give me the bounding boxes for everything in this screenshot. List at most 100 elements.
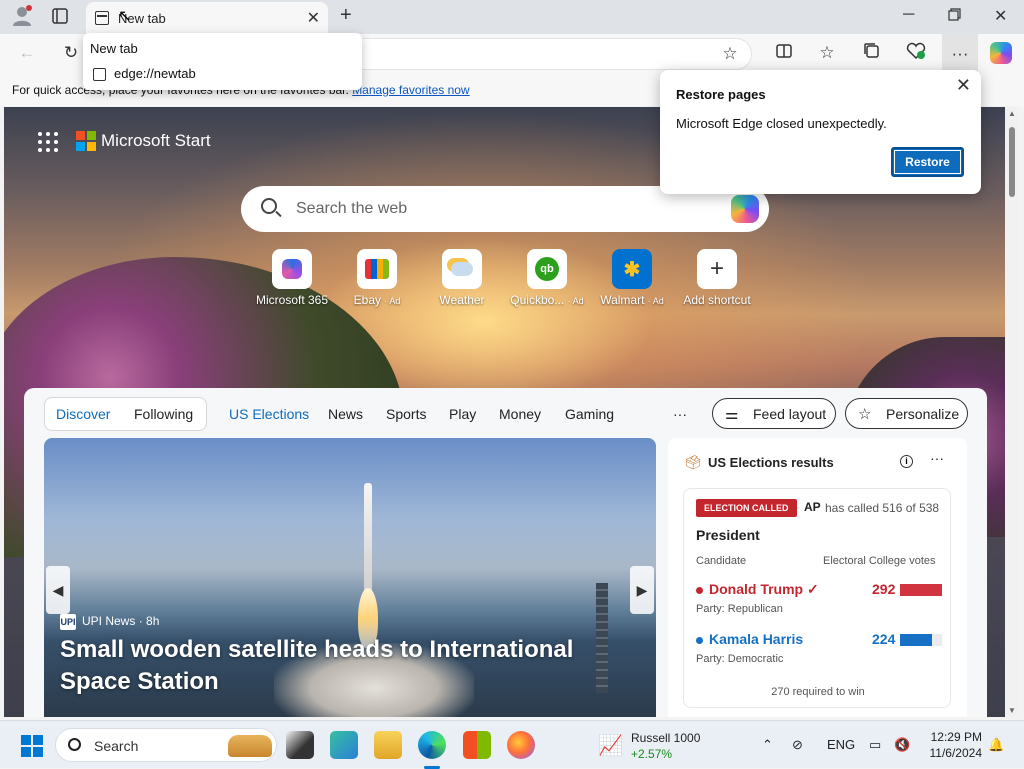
hover-card-title: New tab [90, 41, 138, 56]
tab-gaming[interactable]: Gaming [565, 406, 614, 422]
votes-bar-fill [900, 634, 933, 646]
ad-tag: · Ad [647, 296, 664, 306]
favorite-star-icon[interactable]: ☆ [719, 43, 741, 65]
task-view-icon[interactable] [286, 731, 314, 759]
tab-following[interactable]: Following [134, 406, 193, 422]
ebay-icon [357, 249, 397, 289]
personalize-label: Personalize [886, 406, 960, 422]
tab-discover[interactable]: Discover [56, 406, 110, 422]
ballot-box-icon: 🗳 [684, 454, 702, 470]
shortcut-label: Ebay [353, 293, 381, 307]
candidate-votes: 292 [872, 581, 896, 597]
stock-chart-icon: 📈 [598, 735, 623, 757]
volume-muted-icon[interactable]: 🔇 [894, 737, 910, 753]
race-results[interactable]: ELECTION CALLED AP has called 516 of 538… [683, 488, 951, 708]
minimize-button[interactable]: ─ [903, 6, 914, 24]
article-source: UPI UPI News · 8h [60, 614, 159, 630]
tray-overflow-icon[interactable]: ⌃ [762, 737, 773, 753]
card-more-button[interactable]: ··· [930, 450, 944, 466]
quickbooks-icon: qb [527, 249, 567, 289]
sparkle-star-icon: ☆ [858, 406, 872, 423]
mouse-cursor-icon: ↖ [118, 8, 132, 25]
election-called-badge: ELECTION CALLED [696, 499, 797, 517]
party-dot [696, 586, 703, 594]
language-indicator[interactable]: ENG [827, 737, 855, 752]
votes-bar-fill [900, 584, 942, 596]
tab-us-elections[interactable]: US Elections [229, 406, 309, 422]
scrollbar-thumb[interactable] [1009, 127, 1015, 197]
shortcut-label: Walmart [600, 293, 645, 307]
new-tab-page: Microsoft Start Search the web Microsoft… [4, 107, 1005, 717]
more-tabs-button[interactable]: ··· [673, 406, 687, 422]
tab-actions-icon[interactable] [52, 8, 68, 29]
manage-favorites-link[interactable]: Manage favorites now [352, 83, 469, 97]
shortcut-label: Weather [439, 293, 485, 307]
stock-name: Russell 1000 [631, 731, 701, 745]
system-clock[interactable]: 12:29 PM 11/6/2024 [920, 729, 983, 761]
candidate-party: Party: Republican [696, 603, 783, 615]
feed-layout-label: Feed layout [753, 406, 827, 422]
personalize-button[interactable]: ☆ Personalize [845, 398, 968, 429]
taskbar-search[interactable]: Search [55, 728, 277, 762]
ad-tag: · Ad [384, 296, 401, 306]
newtab-page-icon [95, 11, 109, 25]
taskbar-search-label: Search [94, 738, 139, 754]
collections-icon[interactable] [861, 42, 883, 64]
refresh-icon[interactable]: ↻ [60, 42, 82, 64]
tab-news[interactable]: News [328, 406, 363, 422]
tab-close-icon[interactable]: ✕ [307, 8, 320, 28]
network-icon[interactable]: ⊘ [792, 737, 803, 753]
settings-more-icon[interactable]: ··· [942, 34, 978, 74]
start-button[interactable] [21, 735, 43, 757]
column-votes: Electoral College votes [823, 555, 936, 567]
feed-layout-button[interactable]: ⚌ Feed layout [712, 398, 836, 429]
candidate-name[interactable]: Donald Trump ✓ [696, 581, 819, 598]
notification-bell-icon[interactable]: 🔔 [988, 737, 1004, 753]
tab-play[interactable]: Play [449, 406, 476, 422]
copilot-icon[interactable] [990, 42, 1012, 64]
winner-check-icon: ✓ [807, 581, 819, 597]
hero-article-card[interactable]: ◀ ▶ UPI UPI News · 8h Small wooden satell… [44, 438, 656, 717]
browser-essentials-icon[interactable] [905, 42, 927, 64]
stock-change: +2.57% [631, 747, 673, 761]
tab-money[interactable]: Money [499, 406, 541, 422]
sliders-icon: ⚌ [725, 406, 739, 423]
close-icon[interactable]: ✕ [956, 75, 971, 96]
brand-title[interactable]: Microsoft Start [101, 131, 211, 151]
copilot-icon[interactable] [731, 195, 759, 223]
elections-card-title[interactable]: US Elections results [708, 455, 834, 470]
firefox-icon[interactable] [507, 731, 535, 759]
article-headline[interactable]: Small wooden satellite heads to Internat… [60, 634, 640, 698]
carousel-next-button[interactable]: ▶ [630, 566, 654, 614]
restore-window-button[interactable] [948, 8, 961, 26]
display-icon[interactable]: ▭ [869, 737, 881, 753]
page-scrollbar[interactable]: ▲ ▼ [1005, 107, 1019, 717]
back-arrow-icon[interactable]: ← [16, 42, 38, 64]
required-to-win: 270 required to win [771, 686, 865, 698]
split-screen-icon[interactable] [773, 42, 795, 64]
restore-button[interactable]: Restore [891, 147, 964, 177]
clock-date: 11/6/2024 [929, 746, 983, 760]
candidate-name[interactable]: Kamala Harris [696, 631, 803, 647]
restore-pages-popup: Restore pages ✕ Microsoft Edge closed un… [660, 70, 981, 194]
shortcut-label: Add shortcut [683, 293, 751, 307]
file-explorer-icon[interactable] [374, 731, 402, 759]
favorites-icon[interactable]: ☆ [816, 42, 838, 64]
search-icon [68, 738, 81, 751]
shortcut-add[interactable]: + Add shortcut [667, 249, 767, 307]
microsoft-logo-icon [76, 131, 96, 151]
close-window-button[interactable]: ✕ [994, 6, 1007, 26]
tab-sports[interactable]: Sports [386, 406, 426, 422]
profile-icon[interactable] [12, 5, 32, 32]
microsoft-store-icon[interactable] [463, 731, 491, 759]
taskbar: Search 📈 Russell 1000 +2.57% ⌃ ⊘ ENG ▭ 🔇… [0, 720, 1024, 769]
upi-logo-icon: UPI [60, 614, 76, 630]
app-launcher-icon[interactable] [38, 132, 58, 152]
votes-bar [900, 584, 942, 596]
designer-app-icon[interactable] [330, 731, 358, 759]
new-tab-button[interactable]: + [340, 4, 352, 27]
edge-browser-icon[interactable] [418, 731, 446, 759]
called-count: has called 516 of 538 [825, 501, 940, 515]
carousel-prev-button[interactable]: ◀ [46, 566, 70, 614]
info-icon[interactable]: i [900, 455, 913, 468]
